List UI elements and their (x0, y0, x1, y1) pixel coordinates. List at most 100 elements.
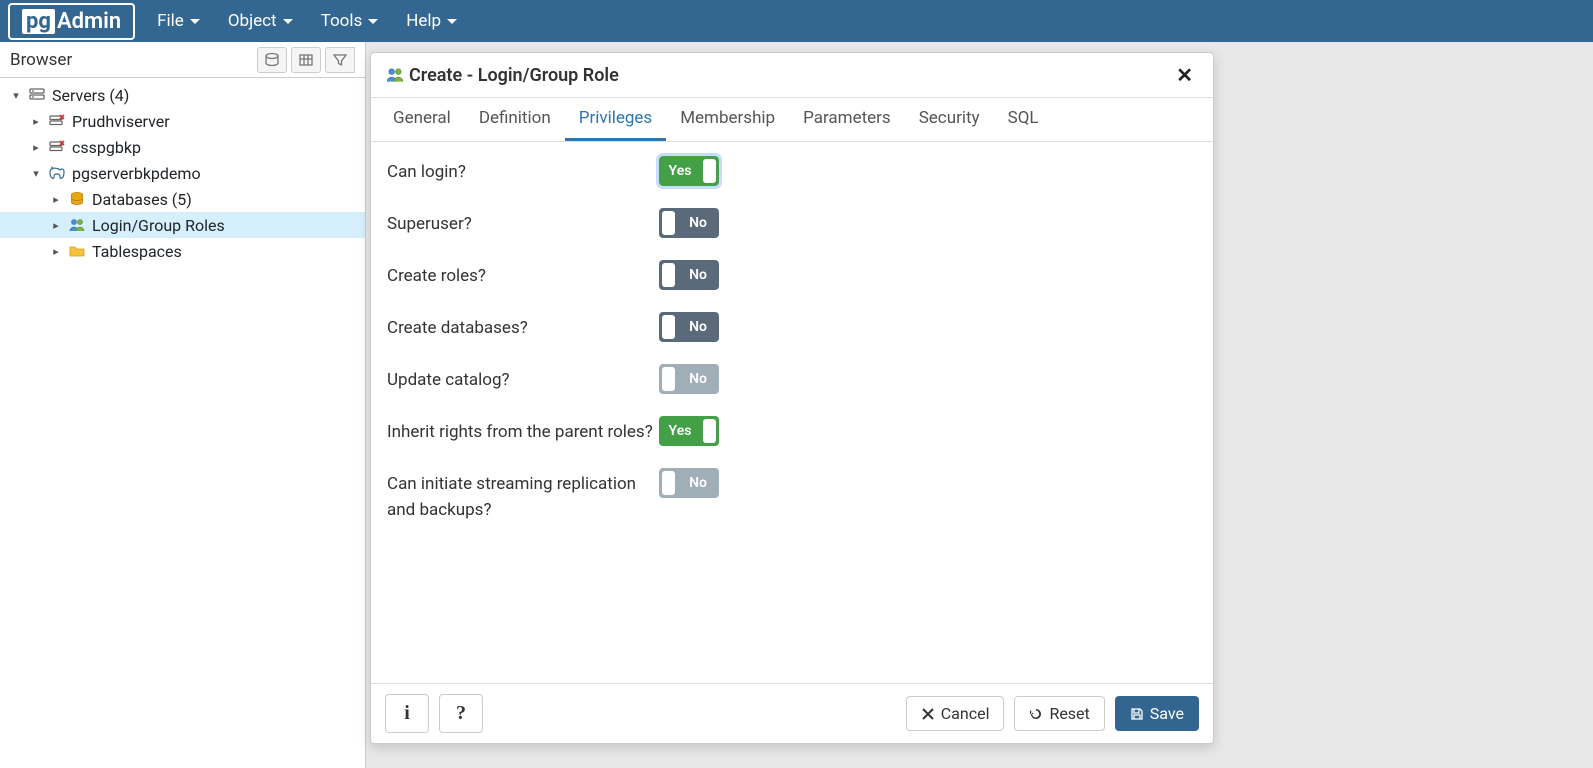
toggle-knob (703, 419, 716, 443)
toggle-inherit-rights[interactable]: Yes (659, 416, 719, 446)
toggle-can-login[interactable]: Yes (659, 156, 719, 186)
row-can-login: Can login? Yes (387, 156, 1197, 186)
tree-login-group-roles[interactable]: ▸ Login/Group Roles (0, 212, 365, 238)
tree-server-pgserverbkpdemo[interactable]: ▾ pgserverbkpdemo (0, 160, 365, 186)
tree-server-prudhviserver[interactable]: ▸ Prudhviserver (0, 108, 365, 134)
browser-title: Browser (10, 50, 72, 70)
help-button[interactable]: ? (439, 694, 483, 733)
toggle-superuser[interactable]: No (659, 208, 719, 238)
tree-label: Login/Group Roles (92, 216, 225, 235)
chevron-right-icon[interactable]: ▸ (48, 219, 64, 232)
label-create-roles: Create roles? (387, 260, 659, 290)
server-disconnected-icon (48, 138, 66, 156)
create-role-dialog: Create - Login/Group Role ✕ General Defi… (370, 52, 1214, 744)
menu-object[interactable]: Object (214, 0, 307, 42)
save-icon (1130, 707, 1144, 721)
toggle-value: Yes (669, 163, 692, 179)
info-button[interactable]: i (385, 694, 429, 733)
toggle-create-databases[interactable]: No (659, 312, 719, 342)
menu-file[interactable]: File (143, 0, 214, 42)
browser-header: Browser (0, 42, 365, 78)
row-inherit-rights: Inherit rights from the parent roles? Ye… (387, 416, 1197, 446)
toggle-replication: No (659, 468, 719, 498)
browser-tree: ▾ Servers (4) ▸ Prudhviserver ▸ (0, 78, 365, 268)
toggle-knob (703, 159, 716, 183)
chevron-right-icon[interactable]: ▸ (48, 245, 64, 258)
label-superuser: Superuser? (387, 208, 659, 238)
roles-icon (68, 216, 86, 234)
tree-server-csspgbkp[interactable]: ▸ csspgbkp (0, 134, 365, 160)
tree-servers-label: Servers (4) (52, 86, 129, 105)
reset-button[interactable]: Reset (1014, 696, 1104, 731)
tab-definition[interactable]: Definition (465, 98, 565, 141)
tool-filter-icon[interactable] (325, 47, 355, 73)
tab-parameters[interactable]: Parameters (789, 98, 905, 141)
toggle-value: Yes (669, 423, 692, 439)
row-create-databases: Create databases? No (387, 312, 1197, 342)
chevron-right-icon[interactable]: ▸ (48, 193, 64, 206)
tab-general[interactable]: General (379, 98, 465, 141)
tool-view-data-icon[interactable] (291, 47, 321, 73)
servers-icon (28, 86, 46, 104)
dialog-title-text: Create - Login/Group Role (409, 65, 619, 86)
row-update-catalog: Update catalog? No (387, 364, 1197, 394)
tab-membership[interactable]: Membership (666, 98, 789, 141)
toggle-create-roles[interactable]: No (659, 260, 719, 290)
cancel-button[interactable]: Cancel (906, 696, 1005, 731)
logo: pgAdmin (8, 3, 135, 40)
chevron-down-icon[interactable]: ▾ (28, 167, 44, 180)
dialog-title: Create - Login/Group Role (385, 65, 1170, 86)
roles-icon (385, 65, 405, 85)
toggle-value: No (689, 215, 707, 231)
label-create-databases: Create databases? (387, 312, 659, 342)
toggle-value: No (689, 267, 707, 283)
recycle-icon (1029, 707, 1043, 721)
close-icon[interactable]: ✕ (1170, 63, 1199, 87)
tree-label: pgserverbkpdemo (72, 164, 201, 183)
folder-icon (68, 242, 86, 260)
toggle-knob (662, 263, 675, 287)
tool-query-icon[interactable] (257, 47, 287, 73)
toggle-knob (662, 211, 675, 235)
server-disconnected-icon (48, 112, 66, 130)
menu-tools[interactable]: Tools (307, 0, 393, 42)
toggle-value: No (689, 371, 707, 387)
label-update-catalog: Update catalog? (387, 364, 659, 394)
toggle-knob (662, 315, 675, 339)
chevron-right-icon[interactable]: ▸ (28, 141, 44, 154)
tree-servers[interactable]: ▾ Servers (4) (0, 82, 365, 108)
tab-security[interactable]: Security (905, 98, 994, 141)
tree-label: csspgbkp (72, 138, 141, 157)
tree-databases[interactable]: ▸ Databases (5) (0, 186, 365, 212)
toggle-knob (662, 367, 675, 391)
label-can-login: Can login? (387, 156, 659, 186)
row-replication: Can initiate streaming replication and b… (387, 468, 1197, 523)
tree-label: Databases (5) (92, 190, 192, 209)
chevron-right-icon[interactable]: ▸ (28, 115, 44, 128)
toggle-knob (662, 471, 675, 495)
row-superuser: Superuser? No (387, 208, 1197, 238)
label-inherit-rights: Inherit rights from the parent roles? (387, 416, 659, 446)
browser-sidebar: Browser ▾ Servers (4) (0, 42, 366, 768)
tree-tablespaces[interactable]: ▸ Tablespaces (0, 238, 365, 264)
tab-sql[interactable]: SQL (994, 98, 1053, 141)
chevron-down-icon[interactable]: ▾ (8, 89, 24, 102)
reset-label: Reset (1049, 704, 1089, 723)
label-replication: Can initiate streaming replication and b… (387, 468, 659, 523)
save-button[interactable]: Save (1115, 696, 1199, 731)
toggle-value: No (689, 319, 707, 335)
dialog-header: Create - Login/Group Role ✕ (371, 53, 1213, 98)
row-create-roles: Create roles? No (387, 260, 1197, 290)
tree-label: Tablespaces (92, 242, 182, 261)
tab-privileges[interactable]: Privileges (565, 98, 666, 141)
save-label: Save (1150, 704, 1184, 723)
tree-label: Prudhviserver (72, 112, 170, 131)
cancel-label: Cancel (941, 704, 990, 723)
menu-help[interactable]: Help (392, 0, 471, 42)
logo-pg-text: pg (22, 9, 55, 34)
dialog-tabs: General Definition Privileges Membership… (371, 98, 1213, 142)
dialog-body: Can login? Yes Superuser? No Create role… (371, 142, 1213, 683)
browser-tools (257, 47, 355, 73)
database-icon (68, 190, 86, 208)
menubar: pgAdmin File Object Tools Help (0, 0, 1593, 42)
